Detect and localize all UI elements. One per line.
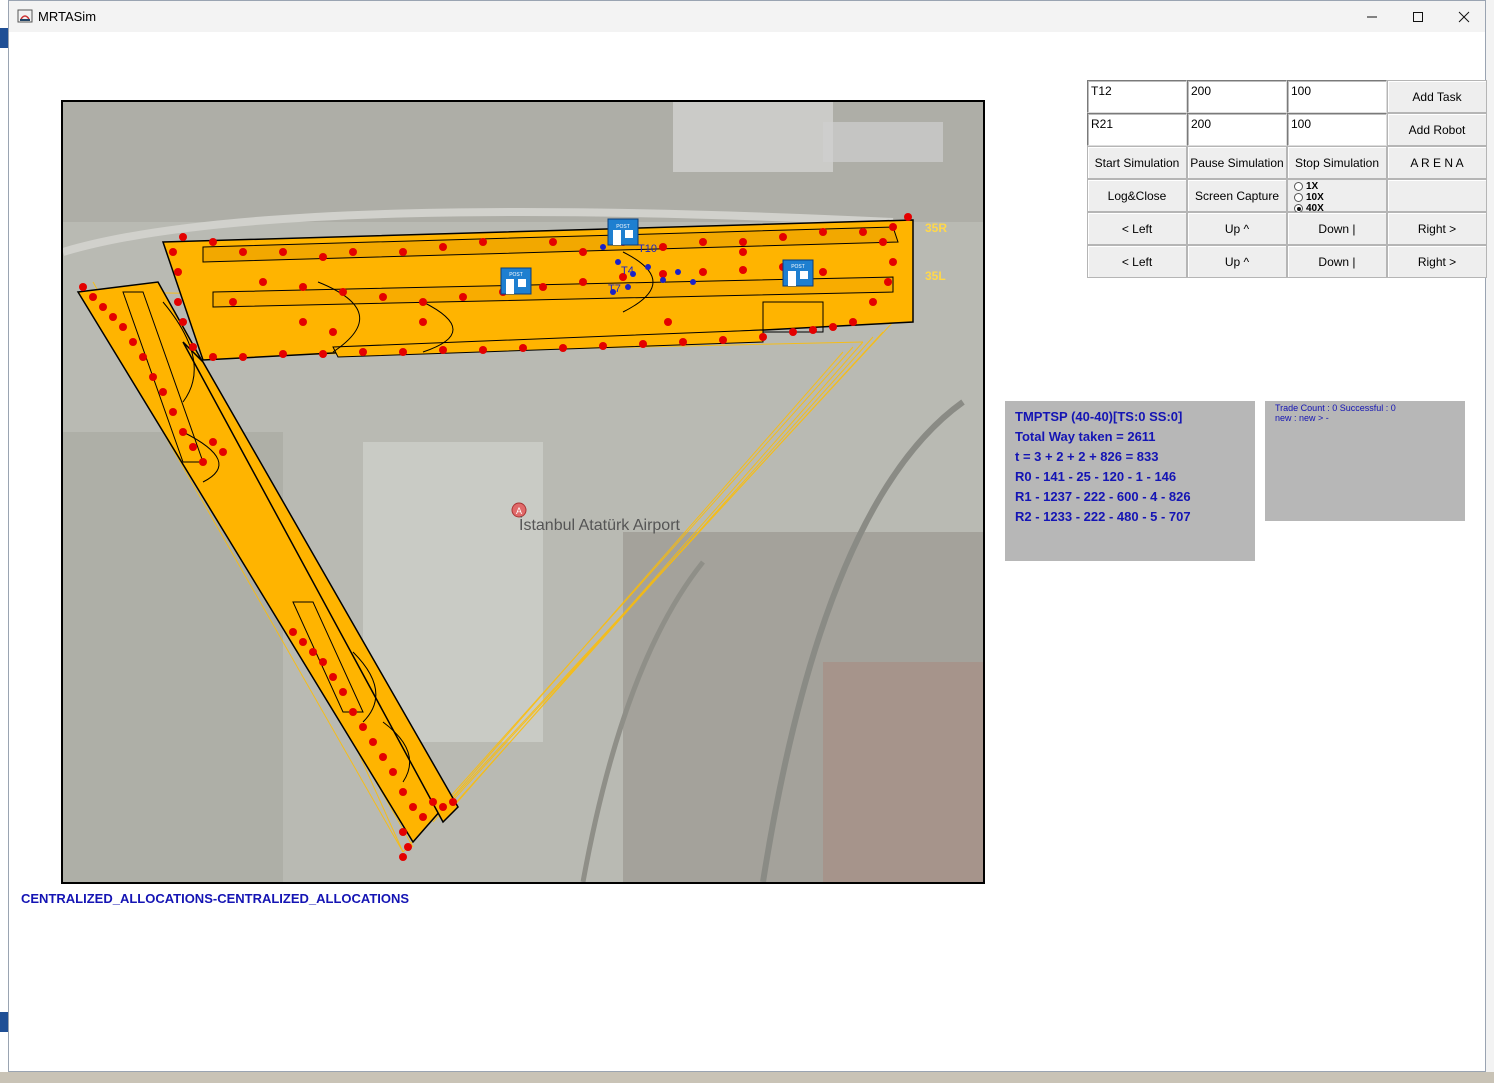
post-label: POST [509,272,523,278]
stats-line: R2 - 1233 - 222 - 480 - 5 - 707 [1015,509,1191,524]
speed-option-1x[interactable]: 1X [1294,181,1318,192]
minimize-icon [1367,16,1377,17]
java-app-icon [17,9,33,23]
allocation-status: CENTRALIZED_ALLOCATIONS-CENTRALIZED_ALLO… [21,891,410,906]
robot-x-field[interactable]: 200 [1187,113,1287,146]
app-window: MRTASim POST POST POST T10 T4 T7 35R 35L… [8,0,1487,1072]
robot-id-field[interactable]: R21 [1087,113,1187,146]
close-button[interactable] [1441,1,1487,32]
speed-radio-group: 1X 10X 40X [1287,179,1387,214]
minimize-button[interactable] [1349,1,1395,32]
stats-line: t = 3 + 2 + 2 + 826 = 833 [1015,449,1159,464]
task-y-field[interactable]: 100 [1287,80,1387,113]
arena-button[interactable]: A R E N A [1387,146,1487,179]
post-label: POST [616,224,630,230]
nav1-left-button[interactable]: < Left [1087,212,1187,245]
nav1-right-button[interactable]: Right > [1387,212,1487,245]
task-id-field[interactable]: T12 [1087,80,1187,113]
start-simulation-button[interactable]: Start Simulation [1087,146,1187,179]
post-station-icon: POST [607,218,639,246]
stats-line: R0 - 141 - 25 - 120 - 1 - 146 [1015,469,1177,484]
trade-line: Trade Count : 0 Successful : 0 [1275,403,1396,413]
nav2-down-button[interactable]: Down | [1287,245,1387,278]
post-label: POST [791,264,805,270]
nav1-up-button[interactable]: Up ^ [1187,212,1287,245]
stats-line: TMPTSP (40-40)[TS:0 SS:0] [1015,409,1183,424]
window-title: MRTASim [38,9,97,24]
runway-label-35l: 35L [925,269,946,283]
add-robot-button[interactable]: Add Robot [1387,113,1487,146]
airport-label: İstanbul Atatürk Airport [519,515,681,534]
stats-line: Total Way taken = 2611 [1015,429,1156,444]
runway-label-35r: 35R [925,221,947,235]
arena-map[interactable]: POST POST POST T10 T4 T7 35R 35L A İstan… [61,100,985,884]
background-window-edge [1486,0,1494,1083]
log-close-button[interactable]: Log&Close [1087,179,1187,212]
stop-simulation-button[interactable]: Stop Simulation [1287,146,1387,179]
nav2-up-button[interactable]: Up ^ [1187,245,1287,278]
taskbar-edge [0,1072,1494,1083]
stats-line: R1 - 1237 - 222 - 600 - 4 - 826 [1015,489,1191,504]
title-bar[interactable]: MRTASim [9,1,1485,32]
maximize-button[interactable] [1395,1,1441,32]
screen-capture-button[interactable]: Screen Capture [1187,179,1287,212]
empty-button[interactable] [1387,179,1487,212]
post-station-icon: POST [782,259,814,287]
speed-label: 1X [1306,181,1319,192]
pin-label: A [516,506,522,516]
post-station-icon: POST [500,267,532,295]
speed-option-10x[interactable]: 10X [1294,192,1324,203]
task-label: T4 [621,265,634,277]
nav2-left-button[interactable]: < Left [1087,245,1187,278]
task-label: T7 [608,283,621,295]
nav2-right-button[interactable]: Right > [1387,245,1487,278]
nav1-down-button[interactable]: Down | [1287,212,1387,245]
task-label: T10 [638,243,657,255]
arena-canvas: POST POST POST T10 T4 T7 35R 35L A İstan… [63,102,983,882]
close-icon [1458,11,1470,22]
radio-icon [1294,193,1303,202]
robot-y-field[interactable]: 100 [1287,113,1387,146]
pause-simulation-button[interactable]: Pause Simulation [1187,146,1287,179]
radio-icon [1294,182,1303,191]
add-task-button[interactable]: Add Task [1387,80,1487,113]
maximize-icon [1413,11,1423,22]
trade-line: new : new > - [1275,413,1329,423]
map-pin-icon: A [511,502,527,518]
speed-label: 10X [1306,192,1324,203]
task-x-field[interactable]: 200 [1187,80,1287,113]
stats-panel: TMPTSP (40-40)[TS:0 SS:0] Total Way take… [1005,401,1255,561]
trade-panel: Trade Count : 0 Successful : 0 new : new… [1265,401,1465,521]
